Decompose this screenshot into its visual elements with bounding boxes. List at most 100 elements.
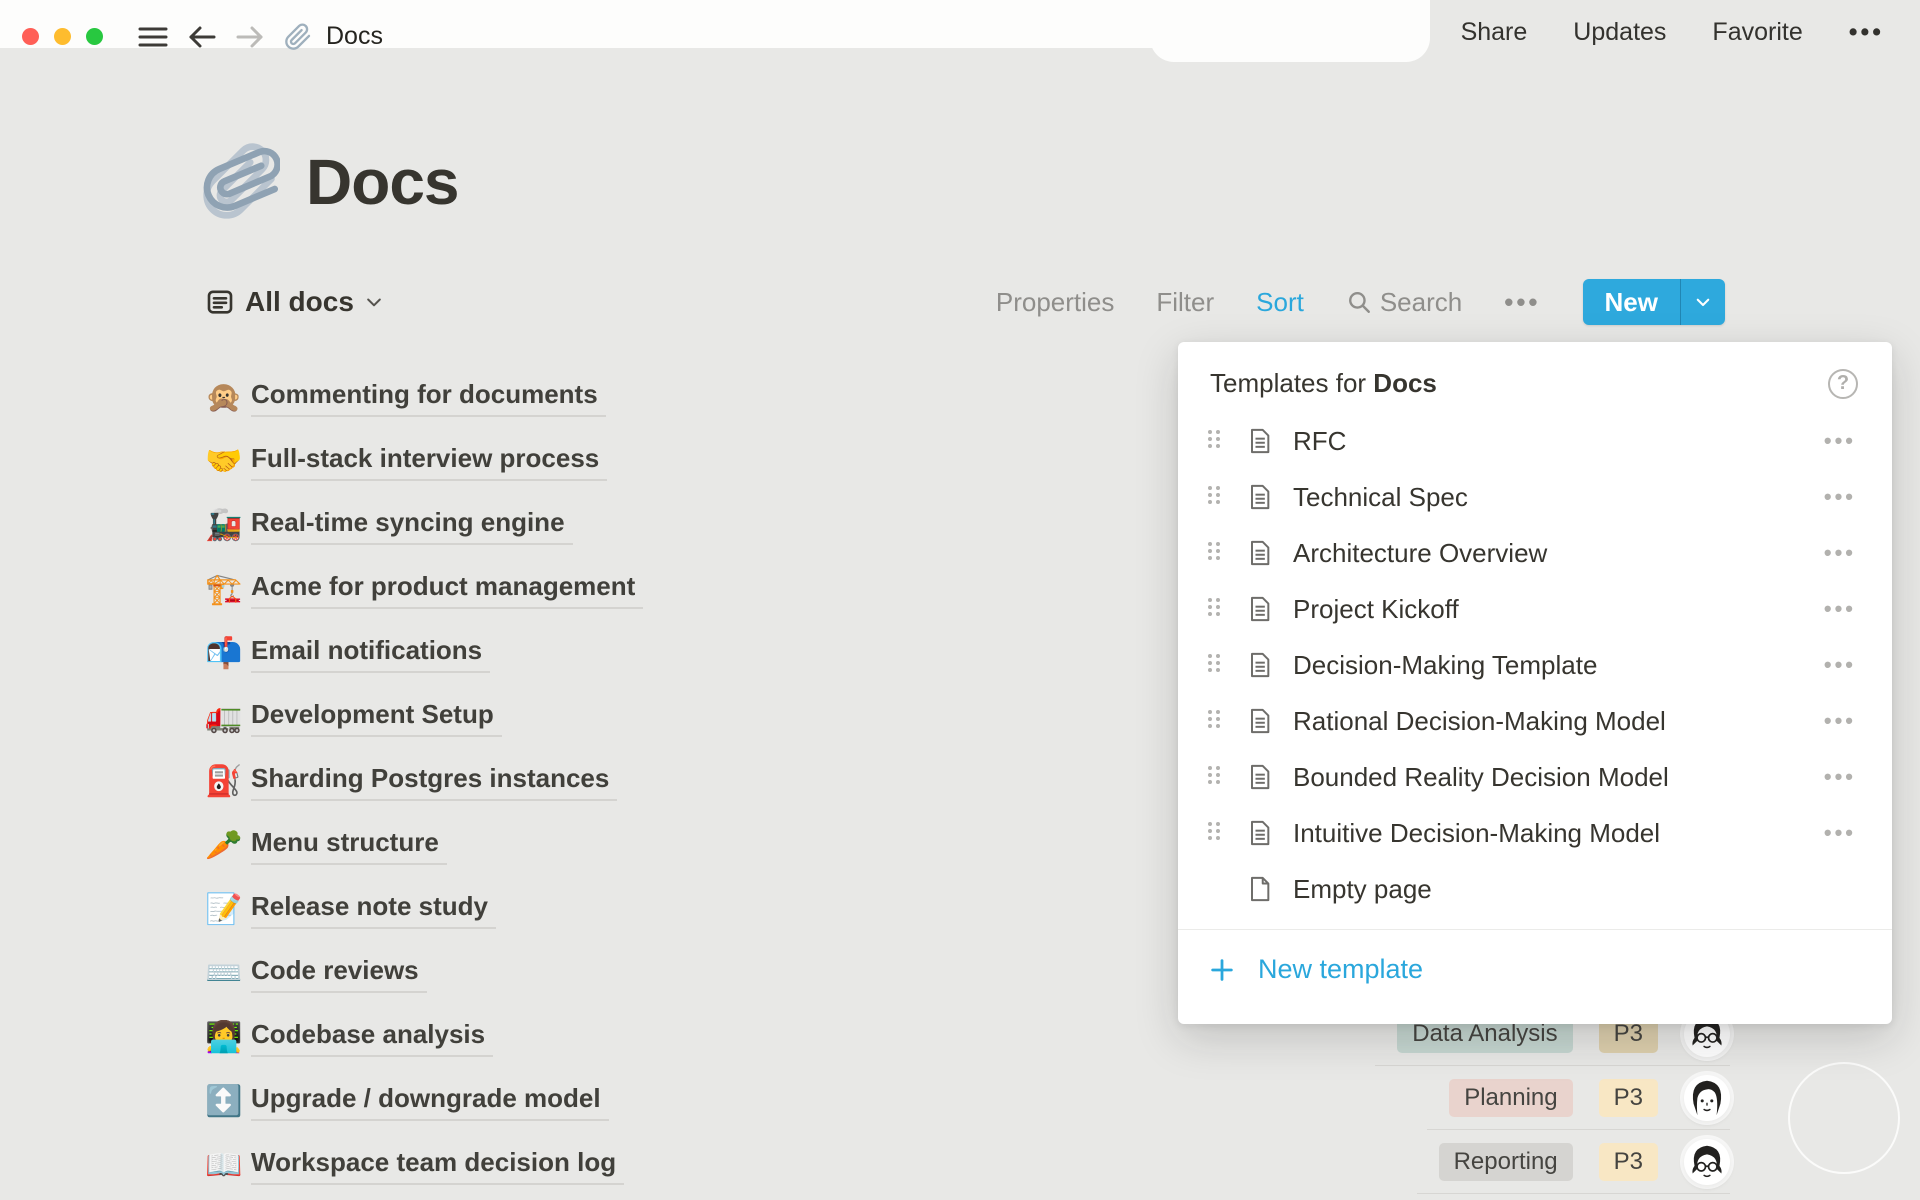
page-icon (1245, 595, 1273, 623)
page-icon (1245, 763, 1273, 791)
popover-title-target: Docs (1373, 368, 1437, 398)
new-button[interactable]: New (1583, 279, 1725, 325)
template-label: Technical Spec (1293, 482, 1468, 513)
template-more-icon[interactable]: ••• (1824, 652, 1856, 678)
paperclip-icon (284, 23, 312, 51)
doc-row[interactable]: ↕️ Upgrade / downgrade model Planning P3 (205, 1070, 1730, 1134)
priority-chip: P3 (1599, 1143, 1658, 1181)
zoom-window-button[interactable] (86, 28, 103, 45)
search-label: Search (1380, 287, 1462, 318)
template-item[interactable]: Rational Decision-Making Model ••• (1178, 693, 1892, 749)
template-item[interactable]: Technical Spec ••• (1178, 469, 1892, 525)
template-more-icon[interactable]: ••• (1824, 708, 1856, 734)
popover-title: Templates for Docs (1210, 368, 1437, 399)
doc-emoji: ↕️ (205, 1087, 251, 1117)
cursor-highlight-ring (1788, 1062, 1900, 1174)
doc-emoji: 📖 (205, 1151, 251, 1181)
new-button-label[interactable]: New (1583, 279, 1680, 325)
template-more-icon[interactable]: ••• (1824, 596, 1856, 622)
forward-icon[interactable] (236, 25, 264, 49)
template-more-icon[interactable]: ••• (1824, 764, 1856, 790)
template-label: Decision-Making Template (1293, 650, 1597, 681)
help-icon[interactable]: ? (1828, 369, 1858, 399)
drag-handle-icon[interactable] (1208, 430, 1223, 452)
empty-page-item[interactable]: Empty page (1178, 861, 1892, 917)
drag-handle-icon[interactable] (1208, 822, 1223, 844)
doc-title: Upgrade / downgrade model (251, 1083, 609, 1121)
template-item[interactable]: Bounded Reality Decision Model ••• (1178, 749, 1892, 805)
template-more-icon[interactable]: ••• (1824, 540, 1856, 566)
doc-emoji: 🙊 (205, 383, 251, 413)
doc-title: Codebase analysis (251, 1019, 493, 1057)
updates-button[interactable]: Updates (1573, 18, 1666, 47)
drag-handle-icon[interactable] (1208, 598, 1223, 620)
sort-button[interactable]: Sort (1256, 287, 1304, 318)
doc-row[interactable]: 📖 Workspace team decision log Reporting … (205, 1134, 1730, 1198)
page-icon (1245, 483, 1273, 511)
doc-title: Sharding Postgres instances (251, 763, 617, 801)
doc-title: Commenting for documents (251, 379, 606, 417)
drag-handle-icon[interactable] (1208, 654, 1223, 676)
favorite-button[interactable]: Favorite (1712, 18, 1802, 47)
app-window: Docs Share Updates Favorite ••• Docs (0, 0, 1920, 1200)
template-label: Bounded Reality Decision Model (1293, 762, 1669, 793)
template-more-icon[interactable]: ••• (1824, 428, 1856, 454)
new-template-button[interactable]: New template (1178, 930, 1892, 1009)
search-button[interactable]: Search (1346, 287, 1462, 318)
page-title[interactable]: Docs (306, 145, 459, 219)
search-icon (1346, 289, 1372, 315)
page-icon (1245, 539, 1273, 567)
drag-handle-icon[interactable] (1208, 766, 1223, 788)
doc-emoji: ⛽ (205, 767, 251, 797)
page-icon-paperclips[interactable] (200, 142, 280, 222)
titlebar: Docs Share Updates Favorite ••• (0, 0, 1920, 62)
back-icon[interactable] (188, 25, 216, 49)
template-more-icon[interactable]: ••• (1824, 484, 1856, 510)
filter-button[interactable]: Filter (1156, 287, 1214, 318)
doc-title: Development Setup (251, 699, 502, 737)
page-icon (1245, 651, 1273, 679)
doc-emoji: ⌨️ (205, 959, 251, 989)
template-more-icon[interactable]: ••• (1824, 820, 1856, 846)
tag-chip: Planning (1449, 1079, 1572, 1117)
close-window-button[interactable] (22, 28, 39, 45)
doc-emoji: 📬 (205, 639, 251, 669)
doc-emoji: 🥕 (205, 831, 251, 861)
template-item[interactable]: RFC ••• (1178, 413, 1892, 469)
doc-emoji: 🚛 (205, 703, 251, 733)
template-label: RFC (1293, 426, 1346, 457)
template-label: Intuitive Decision-Making Model (1293, 818, 1660, 849)
plus-icon (1208, 956, 1236, 984)
new-button-chevron[interactable] (1681, 279, 1725, 325)
template-item[interactable]: Decision-Making Template ••• (1178, 637, 1892, 693)
avatar (1684, 1075, 1730, 1121)
templates-popover: Templates for Docs ? RFC ••• Technical S… (1178, 342, 1892, 1024)
template-item[interactable]: Architecture Overview ••• (1178, 525, 1892, 581)
priority-chip: P3 (1599, 1079, 1658, 1117)
drag-handle-icon[interactable] (1208, 710, 1223, 732)
template-label: Project Kickoff (1293, 594, 1459, 625)
doc-emoji: 📝 (205, 895, 251, 925)
template-item[interactable]: Intuitive Decision-Making Model ••• (1178, 805, 1892, 861)
drag-handle-icon[interactable] (1208, 486, 1223, 508)
properties-button[interactable]: Properties (996, 287, 1115, 318)
minimize-window-button[interactable] (54, 28, 71, 45)
doc-title: Acme for product management (251, 571, 643, 609)
drag-handle-icon[interactable] (1208, 542, 1223, 564)
doc-emoji: 👩‍💻 (205, 1023, 251, 1053)
doc-properties: Reporting P3 (1417, 1139, 1730, 1194)
page-icon (1245, 707, 1273, 735)
doc-title: Menu structure (251, 827, 447, 865)
doc-title: Real-time syncing engine (251, 507, 573, 545)
topbar-more-icon[interactable]: ••• (1849, 18, 1884, 47)
toolbar-more-icon[interactable]: ••• (1504, 287, 1540, 318)
template-label: Rational Decision-Making Model (1293, 706, 1666, 737)
doc-title: Release note study (251, 891, 496, 929)
sidebar-toggle-icon[interactable] (138, 25, 168, 49)
doc-title: Code reviews (251, 955, 427, 993)
view-switcher[interactable]: All docs (205, 286, 384, 318)
template-item[interactable]: Project Kickoff ••• (1178, 581, 1892, 637)
template-label: Architecture Overview (1293, 538, 1547, 569)
share-button[interactable]: Share (1461, 18, 1528, 47)
window-breadcrumb-title: Docs (326, 22, 383, 51)
